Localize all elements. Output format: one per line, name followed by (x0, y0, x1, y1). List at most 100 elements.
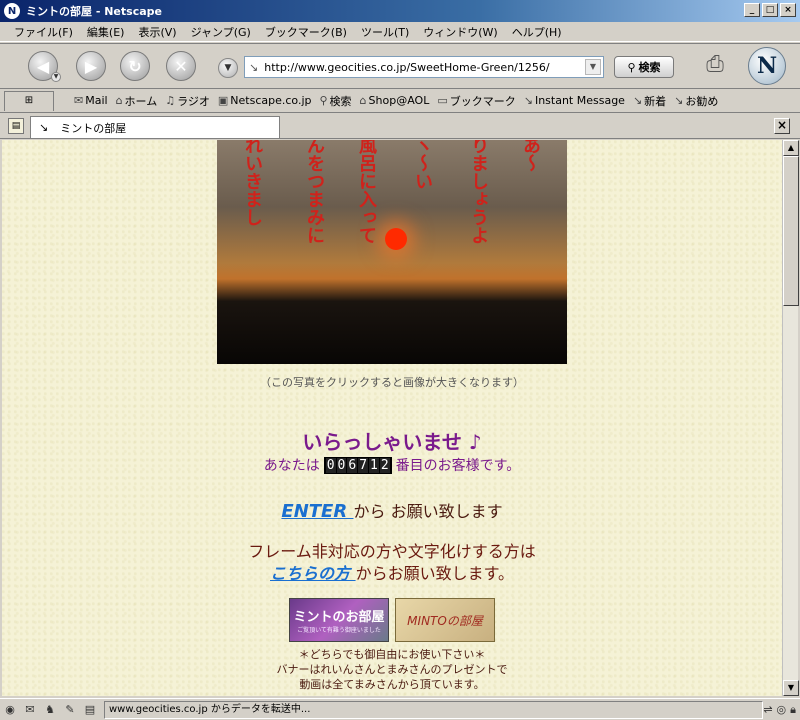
banner-note: 動画は全てまみさんから頂ています。 (299, 678, 485, 691)
toolbar-grip-icon[interactable]: ⊞ (4, 91, 54, 111)
counter-digit: 0 (325, 457, 336, 473)
bookmark-radio[interactable]: ♫ ラジオ (165, 93, 210, 109)
banner-row: ミントのお部屋 ご覧頂いて有難う御座いました MINTOの部屋 (2, 598, 782, 642)
banner2-title: MINTOの部屋 (407, 613, 483, 628)
visitor-prefix: あなたは (263, 458, 320, 474)
banner-note: バナーはれいんさんとまみさんのプレゼントで (276, 663, 508, 676)
counter-digit: 0 (336, 457, 347, 473)
window-titlebar: N ミントの部屋 - Netscape _ □ × (0, 0, 800, 22)
menu-go[interactable]: ジャンプ(G) (191, 24, 251, 40)
enter-suffix: から お願い致します (353, 502, 503, 521)
tab-current[interactable]: ↘ ミントの部屋 (30, 116, 280, 138)
banner1-title: ミントのお部屋 (293, 610, 385, 625)
magnifier-icon: ⚲ (627, 60, 636, 74)
stop-button[interactable]: ✕ (166, 51, 196, 81)
counter-digit: 1 (369, 457, 379, 473)
sunset-photo[interactable]: れいきまし んをつまみに 風呂に入って ヽ〜い りましょうよ あ〜 (217, 140, 567, 364)
close-tab-icon[interactable]: × (774, 118, 790, 134)
bookmark-mail[interactable]: ✉ Mail (74, 94, 108, 107)
mint-room-banner[interactable]: ミントのお部屋 ご覧頂いて有難う御座いました (289, 598, 389, 642)
menu-tools[interactable]: ツール(T) (361, 24, 409, 40)
back-button[interactable]: ◀ ▼ (28, 51, 61, 82)
menu-file[interactable]: ファイル(F) (14, 24, 73, 40)
composer-icon[interactable]: ✎ (60, 703, 80, 716)
bookmark-search[interactable]: ⚲ 検索 (319, 93, 351, 109)
minto-room-banner[interactable]: MINTOの部屋 (395, 598, 495, 642)
menu-view[interactable]: 表示(V) (138, 24, 176, 40)
url-dropdown-icon[interactable]: ▼ (585, 59, 601, 75)
photo-caption: （この写真をクリックすると画像が大きくなります） (260, 376, 524, 389)
bookmark-shop[interactable]: ⌂ Shop@AOL (360, 94, 430, 107)
menu-edit[interactable]: 編集(E) (87, 24, 125, 40)
bookmark-instant-message[interactable]: ↘ Instant Message (524, 94, 625, 107)
search-button[interactable]: ⚲ 検索 (614, 56, 674, 78)
link-icon: ↘ (632, 94, 643, 107)
bookmark-folder[interactable]: ▭ ブックマーク (437, 93, 515, 109)
bookmark-home[interactable]: ⌂ ホーム (116, 93, 158, 109)
page-content: れいきまし んをつまみに 風呂に入って ヽ〜い りましょうよ あ〜 （この写真を… (2, 140, 782, 696)
page-link-icon: ↘ (249, 60, 259, 74)
banner1-subtitle: ご覧頂いて有難う御座いました (297, 627, 381, 634)
menu-help[interactable]: ヘルプ(H) (512, 24, 562, 40)
connection-icon: ⇌ (763, 702, 773, 716)
bookmark-new[interactable]: ↘ 新着 (633, 93, 666, 109)
noframe-notice: フレーム非対応の方や文字化けする方は (248, 542, 536, 561)
netscape-logo-icon[interactable]: N (748, 47, 786, 85)
print-icon[interactable]: ⎙ (700, 52, 730, 80)
visitor-counter-line: あなたは 0 0 6 7 1 2 番目のお客様です。 (2, 455, 782, 475)
search-icon: ⚲ (319, 94, 328, 107)
status-indicators: ⇌ ◎ 🔒︎ (763, 703, 796, 717)
back-dropdown-icon[interactable]: ▼ (51, 72, 61, 82)
bookmark-netscape[interactable]: ▣ Netscape.co.jp (218, 94, 312, 107)
vertical-scrollbar[interactable]: ▲ ▼ (782, 140, 799, 696)
counter-digit: 2 (379, 457, 390, 473)
netscape-app-icon: N (4, 3, 20, 19)
security-lock-icon: 🔒︎ (790, 702, 796, 716)
folder-icon: ▭ (437, 94, 448, 107)
address-book-icon[interactable]: ▤ (80, 703, 100, 716)
forward-arrow-icon: ▶ (84, 56, 98, 76)
personal-toolbar: ⊞ ✉ Mail ⌂ ホーム ♫ ラジオ ▣ Netscape.co.jp ⚲ 検索 ⌂ S… (0, 89, 800, 113)
photo-text-line: あ〜 (520, 140, 541, 172)
photo-text-line: れいきまし (242, 140, 263, 226)
menu-bar: ファイル(F) 編集(E) 表示(V) ジャンプ(G) ブックマーク(B) ツー… (0, 22, 800, 42)
navigation-toolbar: ◀ ▼ ▶ ↻ ✕ ▼ ↘ http://www.geocities.co.jp… (0, 43, 800, 89)
url-history-dropdown[interactable]: ▼ (218, 58, 238, 78)
reload-button[interactable]: ↻ (120, 51, 150, 81)
scroll-down-icon[interactable]: ▼ (783, 680, 799, 696)
banner-note: ＊どちらでも御自由にお使い下さい＊ (298, 648, 486, 661)
scroll-thumb[interactable] (783, 156, 799, 306)
welcome-heading: いらっしゃいませ ♪ (302, 430, 482, 454)
maximize-button[interactable]: □ (762, 3, 778, 17)
minimize-button[interactable]: _ (744, 3, 760, 17)
url-input[interactable]: http://www.geocities.co.jp/SweetHome-Gre… (264, 61, 549, 74)
photo-text-line: んをつまみに (304, 140, 325, 244)
scroll-up-icon[interactable]: ▲ (783, 140, 799, 156)
sun-graphic (385, 228, 407, 250)
my-icon: ▣ (217, 94, 229, 107)
kochira-link[interactable]: こちらの方 (270, 564, 356, 583)
home-icon: ⌂ (115, 94, 123, 107)
visitor-counter: 0 0 6 7 1 2 (323, 456, 392, 474)
close-button[interactable]: × (780, 3, 796, 17)
noframe-suffix: からお願い致します。 (355, 564, 514, 583)
forward-button[interactable]: ▶ (76, 51, 106, 81)
link-icon: ↘ (523, 94, 533, 107)
menu-bookmarks[interactable]: ブックマーク(B) (265, 24, 347, 40)
photo-text-line: りましょうよ (468, 140, 489, 244)
bookmark-recommend[interactable]: ↘ お勧め (674, 93, 718, 109)
mail-icon: ✉ (74, 94, 84, 107)
noframe-link-line: こちらの方 からお願い致します。 (2, 560, 782, 584)
link-icon: ↘ (674, 94, 684, 107)
sidebar-toggle-icon[interactable]: ▤ (8, 118, 24, 134)
url-bar[interactable]: ↘ http://www.geocities.co.jp/SweetHome-G… (244, 56, 604, 78)
status-text: www.geocities.co.jp からデータを転送中... (104, 700, 764, 719)
enter-link[interactable]: ENTER (281, 501, 353, 522)
tab-link-icon: ↘ (39, 121, 49, 134)
aim-icon[interactable]: ♞ (40, 703, 60, 716)
reload-icon: ↻ (128, 56, 142, 76)
netscape-status-icon[interactable]: ◉ (0, 703, 20, 716)
search-button-label: 検索 (638, 61, 661, 74)
menu-window[interactable]: ウィンドウ(W) (423, 24, 497, 40)
mail-status-icon[interactable]: ✉ (20, 703, 40, 716)
